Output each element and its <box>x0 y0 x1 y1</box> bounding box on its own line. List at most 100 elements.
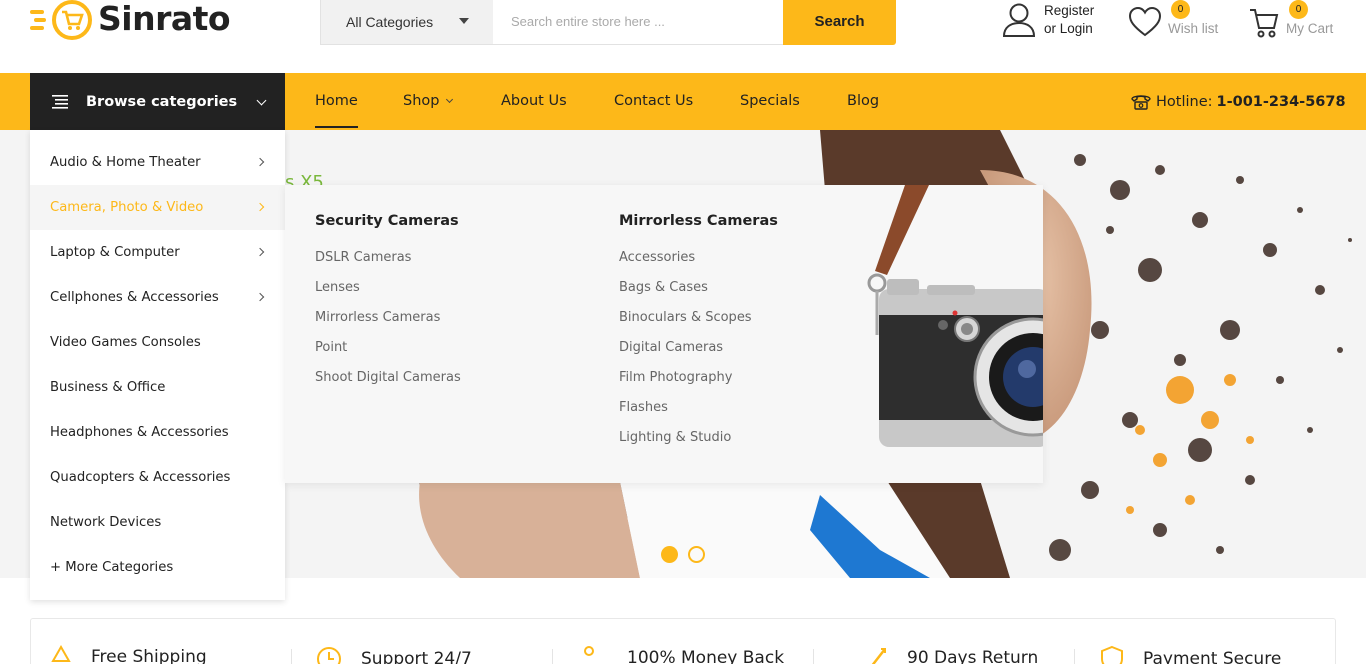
shield-icon <box>1101 645 1123 664</box>
nav-specials[interactable]: Specials <box>740 73 800 130</box>
list-icon <box>52 94 68 109</box>
slider-dot-1[interactable] <box>661 546 678 563</box>
category-cellphones-accessories[interactable]: Cellphones & Accessories <box>30 275 285 320</box>
category-menu: Audio & Home Theater Camera, Photo & Vid… <box>30 130 285 600</box>
mega-menu-column-mirrorless-cameras: Mirrorless Cameras Accessories Bags & Ca… <box>619 213 778 453</box>
category-laptop-computer[interactable]: Laptop & Computer <box>30 230 285 275</box>
route-icon <box>584 646 594 656</box>
main-nav: Browse categories Home Shop About Us Con… <box>0 73 1366 130</box>
mega-menu-link[interactable]: Lenses <box>315 273 461 303</box>
hotline-label: Hotline: <box>1156 93 1213 110</box>
mega-menu-link[interactable]: Mirrorless Cameras <box>315 303 461 333</box>
browse-categories-button[interactable]: Browse categories <box>30 73 285 130</box>
category-label: Quadcopters & Accessories <box>50 470 231 485</box>
category-quadcopters-accessories[interactable]: Quadcopters & Accessories <box>30 455 285 500</box>
chevron-down-icon <box>256 95 267 106</box>
category-camera-photo-video[interactable]: Camera, Photo & Video <box>30 185 285 230</box>
service-support: Support 24/7 <box>315 645 472 664</box>
cart-link[interactable]: 0 My Cart <box>1248 0 1334 40</box>
nav-contact-us[interactable]: Contact Us <box>614 73 693 130</box>
search-input[interactable] <box>493 0 783 45</box>
logo[interactable]: Sinrato <box>30 0 231 42</box>
heart-icon <box>1128 6 1162 37</box>
return-icon <box>871 648 886 664</box>
browse-categories-label: Browse categories <box>86 93 238 110</box>
user-icon <box>1002 3 1036 37</box>
mega-menu-link[interactable]: Binoculars & Scopes <box>619 303 778 333</box>
register-link[interactable]: Register <box>1044 2 1094 20</box>
wishlist-count-badge: 0 <box>1171 0 1190 19</box>
phone-icon <box>1131 94 1151 110</box>
service-label: Payment Secure <box>1143 649 1282 664</box>
category-label: Camera, Photo & Video <box>50 200 204 215</box>
category-audio-home-theater[interactable]: Audio & Home Theater <box>30 140 285 185</box>
chevron-right-icon <box>255 157 265 167</box>
category-label: Laptop & Computer <box>50 245 180 260</box>
search-button[interactable]: Search <box>783 0 896 45</box>
mega-menu-link[interactable]: Lighting & Studio <box>619 423 778 453</box>
mega-menu-link[interactable]: Point <box>315 333 461 363</box>
mega-menu-link[interactable]: Accessories <box>619 243 778 273</box>
category-label: Business & Office <box>50 380 166 395</box>
truck-icon <box>51 645 71 662</box>
login-link[interactable]: or Login <box>1044 20 1094 38</box>
category-headphones-accessories[interactable]: Headphones & Accessories <box>30 410 285 455</box>
mega-menu-column-title[interactable]: Mirrorless Cameras <box>619 213 778 229</box>
services-bar: Free Shipping Support 24/7 100% Money Ba… <box>30 618 1336 664</box>
category-label: Network Devices <box>50 515 162 530</box>
account-link[interactable]: Register or Login <box>1002 2 1094 38</box>
mega-menu-link[interactable]: Flashes <box>619 393 778 423</box>
mega-menu-column-security-cameras: Security Cameras DSLR Cameras Lenses Mir… <box>315 213 461 393</box>
mega-menu-link[interactable]: Shoot Digital Cameras <box>315 363 461 393</box>
nav-blog[interactable]: Blog <box>847 73 879 130</box>
caret-down-icon <box>459 18 469 24</box>
chevron-down-icon <box>446 95 454 104</box>
wishlist-link[interactable]: 0 Wish list <box>1128 0 1219 38</box>
mega-menu-link[interactable]: Digital Cameras <box>619 333 778 363</box>
mega-menu-link[interactable]: Film Photography <box>619 363 778 393</box>
hotline-number[interactable]: 1-001-234-5678 <box>1217 94 1346 110</box>
slider-pagination <box>661 546 715 563</box>
category-business-office[interactable]: Business & Office <box>30 365 285 410</box>
more-categories-link[interactable]: + More Categories <box>30 545 285 590</box>
chevron-right-icon <box>255 202 265 212</box>
clock-icon <box>317 647 341 664</box>
divider <box>552 649 553 664</box>
cart-icon <box>1250 9 1279 38</box>
slider-dot-2[interactable] <box>688 546 705 563</box>
nav-shop-label: Shop <box>403 93 440 109</box>
nav-home[interactable]: Home <box>315 73 358 130</box>
mega-menu-camera: Security Cameras DSLR Cameras Lenses Mir… <box>285 185 1043 483</box>
search-category-value: All Categories <box>346 13 434 30</box>
category-label: Headphones & Accessories <box>50 425 229 440</box>
logo-cart-icon <box>30 0 94 40</box>
category-label: Video Games Consoles <box>50 335 201 350</box>
service-label: Free Shipping <box>91 647 207 664</box>
divider <box>291 649 292 664</box>
search-category-select[interactable]: All Categories <box>320 0 493 45</box>
mega-menu-column-title[interactable]: Security Cameras <box>315 213 461 229</box>
cart-label: My Cart <box>1286 21 1334 36</box>
mega-menu-camera-image[interactable] <box>857 185 1043 483</box>
nav-shop[interactable]: Shop <box>403 73 454 130</box>
service-label: 100% Money Back <box>627 648 785 664</box>
service-label: Support 24/7 <box>361 649 472 664</box>
category-label: + More Categories <box>50 560 174 575</box>
cart-count-badge: 0 <box>1289 0 1308 19</box>
mega-menu-link[interactable]: DSLR Cameras <box>315 243 461 273</box>
wishlist-label: Wish list <box>1168 21 1219 36</box>
service-label: 90 Days Return <box>907 648 1039 664</box>
search-bar: All Categories Search <box>320 0 896 45</box>
logo-text: Sinrato <box>98 0 231 38</box>
category-label: Audio & Home Theater <box>50 155 201 170</box>
mega-menu-link[interactable]: Bags & Cases <box>619 273 778 303</box>
service-payment-secure: Payment Secure <box>1099 645 1281 664</box>
category-network-devices[interactable]: Network Devices <box>30 500 285 545</box>
divider <box>1074 649 1075 664</box>
service-days-return: 90 Days Return <box>867 645 1038 664</box>
hotline: Hotline: 1-001-234-5678 <box>1130 73 1346 130</box>
nav-about-us[interactable]: About Us <box>501 73 567 130</box>
chevron-right-icon <box>255 292 265 302</box>
chevron-right-icon <box>255 247 265 257</box>
category-video-games-consoles[interactable]: Video Games Consoles <box>30 320 285 365</box>
